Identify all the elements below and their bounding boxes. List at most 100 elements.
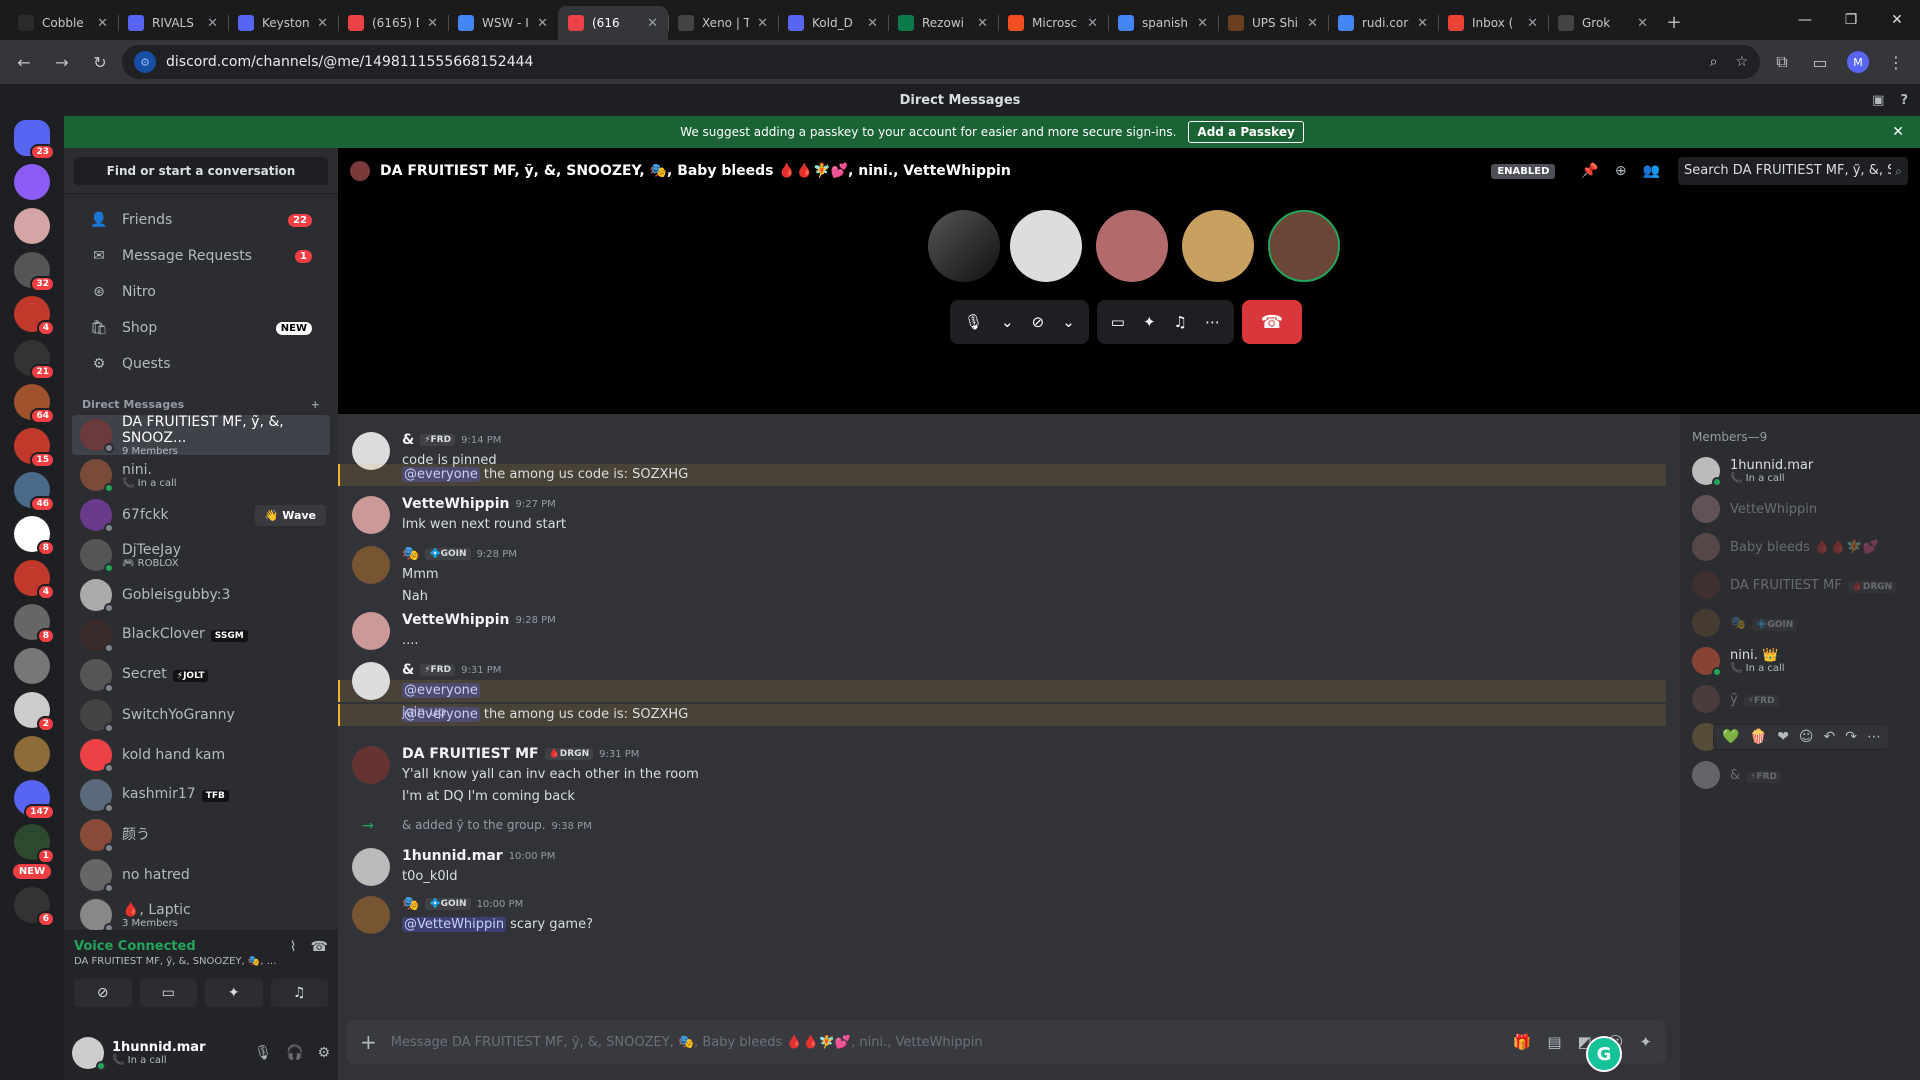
apps-icon[interactable]: ✦	[1639, 1033, 1652, 1051]
headphones-icon[interactable]: 🎧	[286, 1045, 303, 1061]
author-name[interactable]: 🎭	[402, 546, 419, 562]
close-icon[interactable]: ✕	[1892, 124, 1904, 140]
dm-item[interactable]: SwitchYoGranny	[72, 695, 330, 735]
zoom-icon[interactable]: ⌕	[1710, 54, 1718, 70]
screen-share-icon[interactable]: ▭	[139, 979, 197, 1007]
mention[interactable]: @everyone	[402, 683, 480, 698]
nav-item-nitro[interactable]: ⊛ Nitro	[72, 274, 330, 310]
author-name[interactable]: &	[402, 662, 414, 678]
mention[interactable]: @everyone	[402, 467, 480, 482]
server-icon[interactable]: 15	[14, 428, 55, 468]
participant-tile[interactable]	[928, 210, 1000, 282]
server-icon[interactable]: 1	[14, 824, 55, 864]
member-item[interactable]: & ⚡FRD	[1692, 756, 1908, 794]
author-name[interactable]: VetteWhippin	[402, 612, 509, 628]
nav-item-message-requests[interactable]: ✉ Message Requests 1	[72, 238, 330, 274]
browser-tab[interactable]: Cobble ✕	[8, 6, 118, 40]
reply-icon[interactable]: ↶	[1824, 729, 1836, 745]
dm-item[interactable]: kashmir17 TFB	[72, 775, 330, 815]
participant-tile[interactable]	[1182, 210, 1254, 282]
reaction-popcorn-icon[interactable]: 🍿	[1750, 729, 1767, 745]
nav-item-quests[interactable]: ⚙ Quests	[72, 346, 330, 382]
server-icon[interactable]: 4	[14, 560, 55, 600]
member-item[interactable]: Baby bleeds 🩸🩸🧚💕	[1692, 528, 1908, 566]
dm-item[interactable]: 颜う	[72, 815, 330, 855]
minimize-icon[interactable]: —	[1782, 12, 1828, 28]
server-icon[interactable]: 147	[14, 780, 55, 820]
mention[interactable]: @VetteWhippin	[402, 917, 507, 932]
dm-item[interactable]: DA FRUITIEST MF, ỹ, &, SNOOZ... 9 Members	[72, 414, 330, 457]
browser-tab[interactable]: rudi.cor ✕	[1328, 6, 1438, 40]
member-item[interactable]: ỹ ⚡FRD	[1692, 680, 1908, 718]
browser-tab[interactable]: Xeno | T ✕	[668, 6, 778, 40]
close-tab-icon[interactable]: ✕	[867, 16, 878, 31]
server-icon[interactable]: 8	[14, 516, 55, 556]
member-item[interactable]: nini. 👑 📞 In a call	[1692, 642, 1908, 680]
add-friends-icon[interactable]: ⊕	[1615, 163, 1627, 179]
add-reaction-icon[interactable]: ☺	[1799, 729, 1814, 745]
server-icon[interactable]: 21	[14, 340, 55, 380]
browser-tab[interactable]: Grok ✕	[1548, 6, 1658, 40]
browser-tab[interactable]: spanish ✕	[1108, 6, 1218, 40]
author-avatar[interactable]	[352, 662, 390, 700]
server-icon[interactable]: 23	[14, 120, 55, 160]
more-icon[interactable]: ⋯	[1205, 313, 1220, 331]
reload-icon[interactable]: ↻	[84, 46, 116, 78]
restore-icon[interactable]: ❐	[1828, 12, 1874, 28]
new-tab-icon[interactable]: +	[1658, 6, 1690, 40]
server-icon[interactable]	[14, 648, 50, 684]
members-icon[interactable]: 👥	[1643, 163, 1660, 179]
server-icon[interactable]	[14, 736, 50, 772]
forward-icon[interactable]: →	[46, 46, 78, 78]
find-conversation-button[interactable]: Find or start a conversation	[74, 156, 328, 185]
member-item[interactable]: 🎭 💠GOIN	[1692, 604, 1908, 642]
author-name[interactable]: DA FRUITIEST MF	[402, 746, 539, 762]
member-item[interactable]: 1hunnid.mar 📞 In a call	[1692, 452, 1908, 490]
screen-share-icon[interactable]: ▭	[1111, 313, 1125, 331]
server-icon[interactable]	[14, 208, 50, 244]
member-item[interactable]: DA FRUITIEST MF 🩸DRGN	[1692, 566, 1908, 604]
back-icon[interactable]: ←	[8, 46, 40, 78]
author-avatar[interactable]	[352, 848, 390, 886]
author-name[interactable]: 1hunnid.mar	[402, 848, 503, 864]
dm-item[interactable]: 🩸, Laptic 3 Members	[72, 895, 330, 935]
participant-tile[interactable]	[1010, 210, 1082, 282]
browser-tab[interactable]: Rezowi ✕	[888, 6, 998, 40]
close-window-icon[interactable]: ✕	[1874, 12, 1920, 28]
close-tab-icon[interactable]: ✕	[427, 16, 438, 31]
site-info-icon[interactable]: ⚙	[134, 51, 156, 73]
mention[interactable]: @everyone	[402, 707, 480, 722]
activities-icon[interactable]: ✦	[205, 979, 263, 1007]
dm-item[interactable]: BlackClover SSGM	[72, 615, 330, 655]
author-name[interactable]: VetteWhippin	[402, 496, 509, 512]
more-icon[interactable]: ⋯	[1867, 729, 1881, 745]
url-field[interactable]: ⚙ discord.com/channels/@me/1498111555668…	[122, 45, 1760, 79]
settings-gear-icon[interactable]: ⚙	[317, 1045, 330, 1061]
server-icon[interactable]: 4	[14, 296, 55, 336]
profile-avatar-button[interactable]: M	[1842, 46, 1874, 78]
dm-item[interactable]: Gobleisgubby:3	[72, 575, 330, 615]
browser-tab[interactable]: Keyston ✕	[228, 6, 338, 40]
noise-suppression-icon[interactable]: ⌇	[290, 939, 297, 967]
inbox-icon[interactable]: ▣	[1872, 93, 1884, 108]
microphone-icon[interactable]: 🎙	[964, 313, 983, 331]
author-avatar[interactable]	[352, 896, 390, 934]
user-avatar[interactable]	[72, 1037, 106, 1071]
grammarly-icon[interactable]: G	[1586, 1036, 1622, 1072]
microphone-icon[interactable]: 🎙	[254, 1045, 272, 1061]
close-tab-icon[interactable]: ✕	[1417, 16, 1428, 31]
disconnect-icon[interactable]: ☎	[311, 939, 328, 967]
reaction-heart-red-icon[interactable]: ❤	[1777, 729, 1789, 745]
browser-tab[interactable]: Kold_D ✕	[778, 6, 888, 40]
browser-tab[interactable]: Inbox (✕	[1438, 6, 1548, 40]
browser-tab[interactable]: (616 ✕	[558, 6, 668, 40]
upload-plus-icon[interactable]: +	[360, 1030, 377, 1054]
author-avatar[interactable]	[352, 546, 390, 584]
nav-item-shop[interactable]: 🛍 Shop NEW	[72, 310, 330, 346]
close-tab-icon[interactable]: ✕	[1637, 16, 1648, 31]
extensions-icon[interactable]: ⧉	[1766, 46, 1798, 78]
close-tab-icon[interactable]: ✕	[1197, 16, 1208, 31]
server-icon[interactable]: 2	[14, 692, 55, 732]
gift-icon[interactable]: 🎁	[1513, 1033, 1532, 1051]
browser-tab[interactable]: WSW - I ✕	[448, 6, 558, 40]
